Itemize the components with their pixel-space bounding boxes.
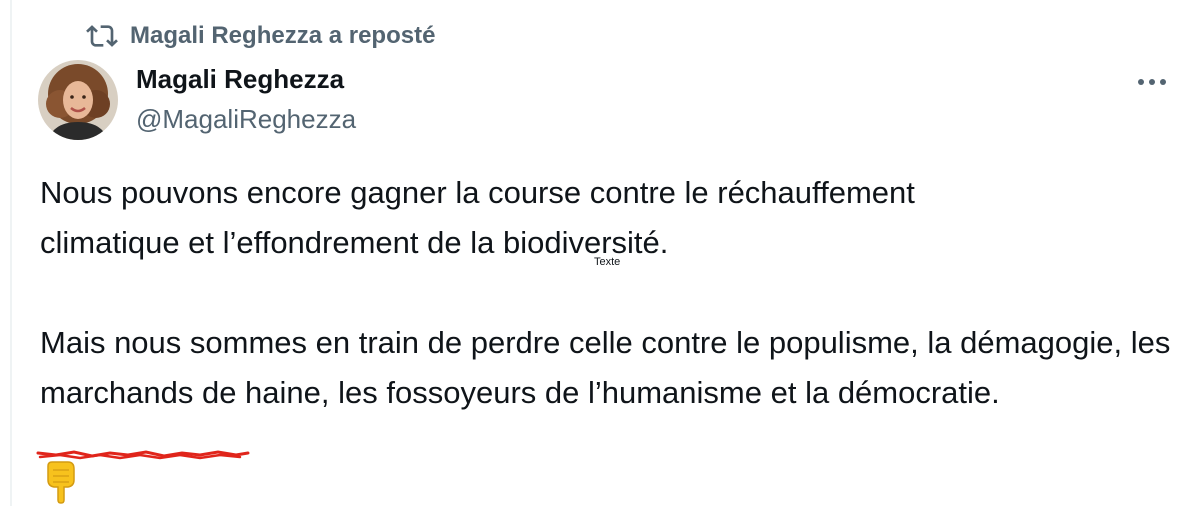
repost-icon <box>86 20 118 52</box>
tweet-paragraph-1: Nous pouvons encore gagner la course con… <box>40 168 1180 268</box>
more-icon <box>1137 78 1167 86</box>
author-handle[interactable]: @MagaliReghezza <box>136 104 356 135</box>
tweet-paragraph-2-lead: Mais nous sommes en train de perdre cell… <box>40 325 1171 410</box>
pointing-down-emoji-icon <box>44 460 78 504</box>
overlay-text-label: Texte <box>594 256 621 268</box>
left-border <box>10 0 12 506</box>
tweet-text: Nous pouvons encore gagner la course con… <box>40 168 1180 418</box>
more-options-button[interactable] <box>1128 62 1176 102</box>
tweet-line-1: Nous pouvons encore gagner la course con… <box>40 175 915 210</box>
highlighted-word: démocratie. <box>837 375 1000 410</box>
repost-text[interactable]: Magali Reghezza a reposté <box>130 22 435 50</box>
tweet-paragraph-2: Mais nous sommes en train de perdre cell… <box>40 318 1180 418</box>
avatar[interactable] <box>38 60 118 140</box>
author-name[interactable]: Magali Reghezza <box>136 64 344 95</box>
tweet-line-2: climatique et l’effondrement de la biodi… <box>40 225 669 260</box>
repost-banner[interactable]: Magali Reghezza a reposté <box>86 20 435 52</box>
